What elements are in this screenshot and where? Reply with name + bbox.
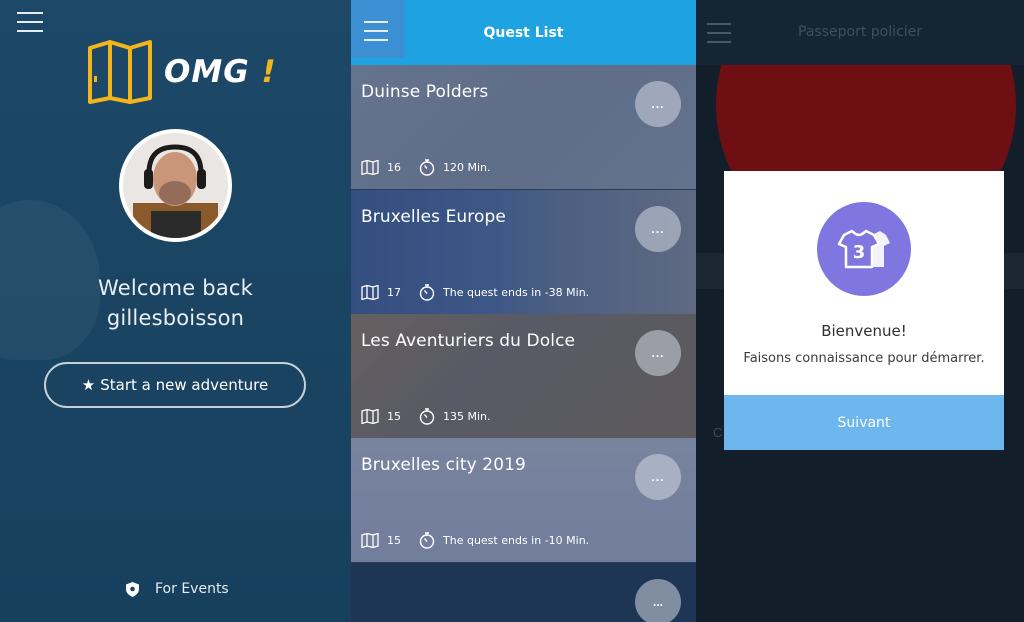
dialog-subtitle: Faisons connaissance pour démarrer. xyxy=(743,351,985,366)
timer-icon xyxy=(419,408,435,425)
tshirt-badge-icon: 3 xyxy=(817,202,911,296)
more-options-button[interactable]: ... xyxy=(635,81,681,127)
quest-duration: The quest ends in -10 Min. xyxy=(443,534,590,547)
quest-meta: 15 135 Min. xyxy=(361,408,491,425)
map-door-logo-icon xyxy=(88,40,152,104)
map-icon xyxy=(361,409,379,424)
page-title: Passeport policier xyxy=(798,24,922,40)
shield-icon xyxy=(126,581,139,597)
quest-item[interactable]: Bruxelles city 2019 ... 15 The quest end… xyxy=(351,438,696,562)
more-options-button[interactable]: ... xyxy=(635,206,681,252)
passport-header: Passeport policier xyxy=(696,0,1024,65)
side-menu-panel: OMG ! Welcome back gillesboisson ★ Start… xyxy=(0,0,351,622)
map-icon xyxy=(361,533,379,548)
logo-text: OMG ! xyxy=(164,54,277,90)
username: gillesboisson xyxy=(106,306,245,330)
quest-item[interactable]: Duinse Polders ... 16 120 Min. xyxy=(351,65,696,189)
quest-name: Bruxelles Europe xyxy=(361,207,506,227)
quest-meta: 16 120 Min. xyxy=(361,159,491,176)
avatar[interactable] xyxy=(119,129,232,242)
quest-name: Bruxelles city 2019 xyxy=(361,455,526,475)
timer-icon xyxy=(419,159,435,176)
quest-step-count: 15 xyxy=(387,534,401,547)
quest-list-panel: Quest List Duinse Polders ... 16 120 Min… xyxy=(351,0,696,622)
quest-item[interactable]: Les Aventuriers du Dolce ... 15 135 Min. xyxy=(351,314,696,438)
quest-duration: 135 Min. xyxy=(443,410,491,423)
menu-icon[interactable] xyxy=(17,12,43,32)
quest-step-count: 15 xyxy=(387,410,401,423)
dialog-title: Bienvenue! xyxy=(821,322,907,340)
app-logo: OMG ! xyxy=(86,40,277,104)
more-options-button[interactable]: ... xyxy=(635,579,681,622)
star-icon: ★ xyxy=(81,376,96,394)
page-title: Quest List xyxy=(483,24,564,41)
quest-item[interactable]: Bruxelles Europe ... 17 The quest ends i… xyxy=(351,190,696,314)
menu-icon[interactable] xyxy=(364,21,388,41)
for-events-link[interactable]: For Events xyxy=(126,581,229,597)
map-icon xyxy=(361,160,379,175)
quest-duration: The quest ends in -38 Min. xyxy=(443,286,590,299)
next-button[interactable]: Suivant xyxy=(724,395,1004,450)
welcome-greeting: Welcome back xyxy=(97,276,254,300)
quest-name: Duinse Polders xyxy=(361,82,489,102)
quest-name: Les Aventuriers du Dolce xyxy=(361,331,576,351)
quest-item[interactable]: ... xyxy=(351,563,696,622)
quest-meta: 15 The quest ends in -10 Min. xyxy=(361,532,589,549)
more-options-button[interactable]: ... xyxy=(635,454,681,500)
timer-icon xyxy=(419,284,435,301)
dimmed-text: C xyxy=(713,425,723,440)
for-events-label: For Events xyxy=(155,581,229,597)
welcome-message: Welcome back gillesboisson xyxy=(0,273,351,333)
map-icon xyxy=(361,285,379,300)
quest-step-count: 16 xyxy=(387,161,401,174)
start-adventure-button[interactable]: ★ Start a new adventure xyxy=(44,362,306,408)
quest-list-header: Quest List xyxy=(351,0,696,65)
quest-step-count: 17 xyxy=(387,286,401,299)
more-options-button[interactable]: ... xyxy=(635,330,681,376)
welcome-dialog: 3 Bienvenue! Faisons connaissance pour d… xyxy=(724,171,1004,450)
start-adventure-label: Start a new adventure xyxy=(100,376,269,394)
timer-icon xyxy=(419,532,435,549)
quest-duration: 120 Min. xyxy=(443,161,491,174)
menu-button[interactable] xyxy=(351,0,405,58)
badge-number: 3 xyxy=(853,242,866,263)
quest-meta: 17 The quest ends in -38 Min. xyxy=(361,284,589,301)
